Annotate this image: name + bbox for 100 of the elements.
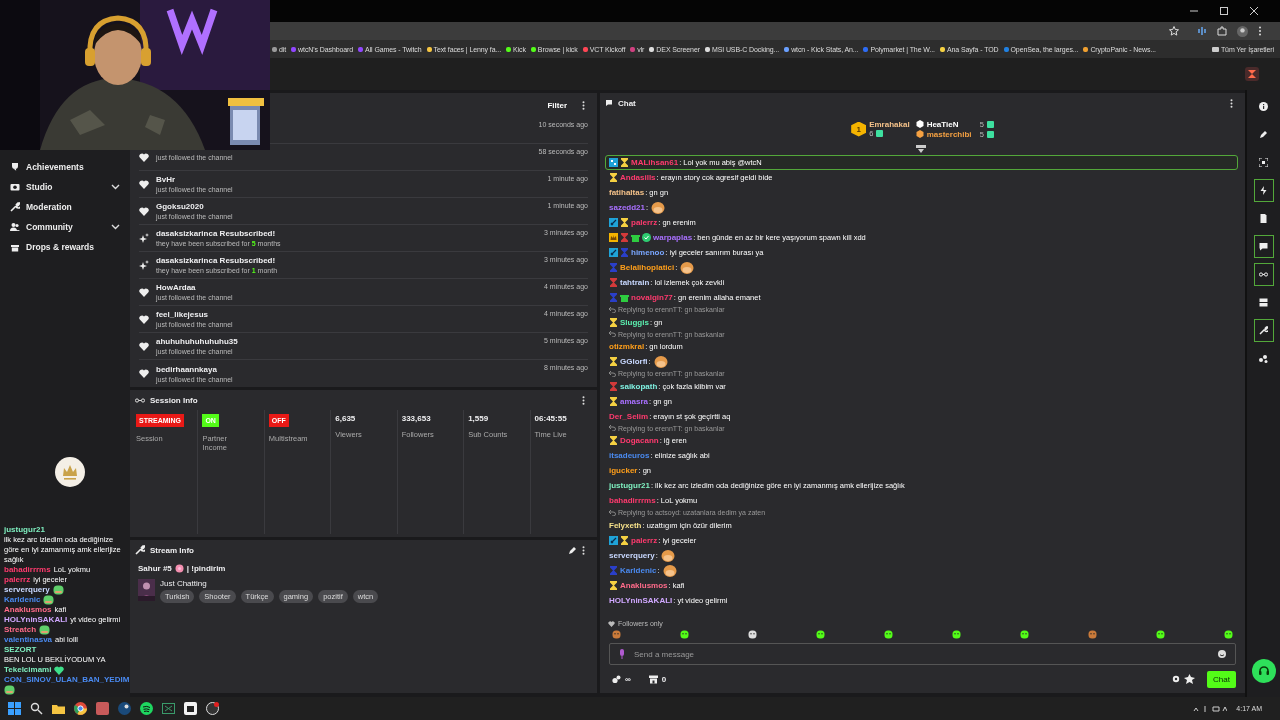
chat-username[interactable]: palerrz <box>631 218 658 227</box>
terminal-icon[interactable] <box>162 702 175 715</box>
chat-username[interactable]: Felyxeth <box>609 520 642 530</box>
windows-icon[interactable] <box>8 702 21 715</box>
message-input[interactable]: Send a message <box>609 643 1236 665</box>
chat-username[interactable]: itsadeuros <box>609 451 650 460</box>
sidebar-item[interactable]: Moderation <box>0 197 130 217</box>
chat-username[interactable]: Andasills <box>620 173 656 182</box>
chat-username[interactable]: saikopath <box>620 381 658 391</box>
chevron-down-icon[interactable] <box>111 184 120 190</box>
stream-command: | !pindirim <box>186 564 226 573</box>
emote-icon[interactable] <box>612 630 621 639</box>
emote-icon[interactable] <box>816 630 825 639</box>
browser-icon[interactable] <box>74 702 87 715</box>
more-icon[interactable] <box>1230 98 1233 108</box>
chat-username[interactable]: Der_Selim <box>609 411 649 421</box>
search-icon[interactable] <box>30 702 43 715</box>
chat-username[interactable]: bahadirrrms <box>609 496 656 505</box>
rail-button[interactable] <box>1253 179 1274 202</box>
chat-username[interactable]: warpaplas <box>653 233 693 242</box>
sidebar-item[interactable]: Achievements <box>0 157 130 177</box>
sidebar-item[interactable]: Drops & rewards <box>0 237 130 257</box>
avatar-icon[interactable] <box>1237 25 1248 37</box>
chat-username[interactable]: HOLYninSAKALI <box>609 595 673 605</box>
emote-icon[interactable] <box>1088 630 1097 639</box>
microphone-icon[interactable] <box>619 649 625 659</box>
sidebar-item[interactable]: Studio <box>0 177 130 197</box>
chat-username[interactable]: serverquery <box>609 550 655 560</box>
chat-username: Anaklusmos <box>4 605 52 615</box>
chat-username[interactable]: justugur21 <box>609 481 650 490</box>
emote-icon <box>660 548 675 562</box>
puzzle-icon[interactable] <box>1217 26 1227 36</box>
menu-icon[interactable] <box>1258 26 1262 36</box>
settings-icon[interactable] <box>1172 675 1181 683</box>
chat-username[interactable]: igucker <box>609 466 638 475</box>
sound-icon[interactable] <box>1197 26 1207 36</box>
folder-icon[interactable] <box>52 702 65 715</box>
heart-icon <box>139 341 149 351</box>
star-icon[interactable] <box>1169 26 1179 36</box>
logo-icon[interactable] <box>1245 67 1259 81</box>
hourglass-badge-icon <box>609 317 618 327</box>
maximize-icon[interactable] <box>1220 7 1228 15</box>
emote-icon[interactable] <box>952 630 961 639</box>
rail-button[interactable] <box>1253 235 1274 258</box>
emote-icon[interactable] <box>1020 630 1029 639</box>
filter-button[interactable]: Filter <box>541 98 573 112</box>
speech-bubble-icon <box>605 99 613 107</box>
activity-name: Ggoksu2020 <box>156 202 205 211</box>
steam-icon[interactable] <box>118 702 131 715</box>
tray-icons[interactable] <box>1193 704 1228 713</box>
more-icon[interactable] <box>582 545 585 555</box>
chat-username[interactable]: Sluggis <box>620 317 649 327</box>
chat-username[interactable]: Karldenic <box>620 565 657 575</box>
activity-name: bedirhaannkaya <box>156 364 218 374</box>
scroll-down-icon[interactable] <box>915 145 926 153</box>
emote-icon[interactable] <box>748 630 757 639</box>
chat-username[interactable]: himenoo <box>631 248 665 257</box>
chat-username[interactable]: MALihsan61 <box>631 158 679 167</box>
lightning-icon <box>1259 186 1268 195</box>
emoji-icon[interactable] <box>1218 650 1226 658</box>
store-icon[interactable] <box>648 674 658 684</box>
chat-username[interactable]: amasra <box>620 396 649 406</box>
chat-username[interactable]: sazedd21 <box>609 203 646 212</box>
minimize-icon[interactable] <box>1190 7 1198 15</box>
hourglass-badge-icon <box>609 357 618 366</box>
flower-icon <box>174 564 184 573</box>
emote-icon[interactable] <box>1224 630 1233 639</box>
app-icon[interactable] <box>184 702 197 715</box>
emote-icon[interactable] <box>680 630 689 639</box>
music-icon[interactable] <box>140 702 153 715</box>
chat-username[interactable]: otizmkral <box>609 342 645 351</box>
headset-icon <box>1257 665 1270 677</box>
chat-username[interactable]: novalgin77 <box>631 293 673 302</box>
emote-icon[interactable] <box>1156 630 1165 639</box>
chat-username[interactable]: Belalihoplatici <box>620 263 675 272</box>
category-name[interactable]: Just Chatting <box>160 579 379 588</box>
sparkles-icon[interactable] <box>1184 674 1196 684</box>
rail-button[interactable] <box>1253 319 1274 342</box>
close-icon[interactable] <box>1250 7 1258 15</box>
emote-icon[interactable] <box>884 630 893 639</box>
chat-username[interactable]: fatihaltas <box>609 188 645 197</box>
chat-username[interactable]: GGlorfi <box>620 357 648 366</box>
trophy-icon <box>10 162 20 172</box>
rail-button[interactable] <box>1253 263 1274 286</box>
sidebar-item[interactable]: Community <box>0 217 130 237</box>
reply-icon <box>609 425 616 432</box>
help-button[interactable] <box>1251 659 1276 683</box>
obs-icon[interactable] <box>206 702 219 715</box>
chat-button[interactable]: Chat <box>1207 670 1236 688</box>
pencil-icon[interactable] <box>568 545 577 555</box>
heart-icon <box>139 369 149 378</box>
more-icon[interactable] <box>582 395 585 405</box>
chat-username[interactable]: Dogacann <box>620 436 659 445</box>
chevron-down-icon[interactable] <box>111 224 120 230</box>
chat-username[interactable]: palerrz <box>631 535 658 545</box>
chat-username[interactable]: Anaklusmos <box>620 580 668 590</box>
emote-icon <box>662 563 677 577</box>
points-icon[interactable] <box>612 674 621 684</box>
chat-username[interactable]: tahtrain <box>620 278 650 287</box>
more-icon[interactable] <box>582 100 585 110</box>
